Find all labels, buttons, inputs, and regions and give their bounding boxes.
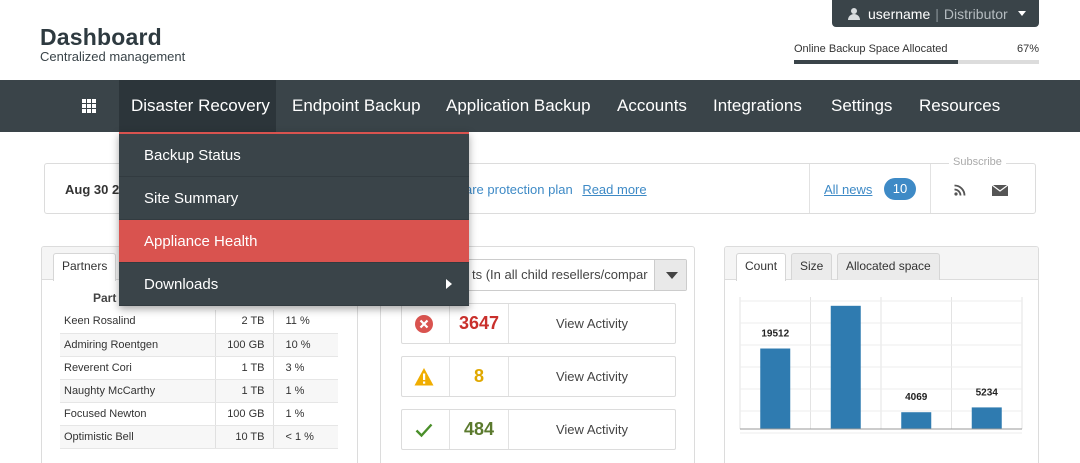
partner-name: Naughty McCarthy: [60, 379, 215, 403]
tab-allocated-space[interactable]: Allocated space: [837, 253, 940, 280]
table-row[interactable]: Admiring Roentgen 100 GB 10 %: [60, 333, 338, 357]
partner-name: Optimistic Bell: [60, 425, 215, 449]
partner-percent: < 1 %: [272, 425, 338, 449]
partner-size: 100 GB: [214, 402, 273, 426]
page-title: Dashboard: [40, 24, 162, 50]
tab-size[interactable]: Size: [791, 253, 833, 280]
success-count: 484: [449, 410, 509, 449]
rss-icon[interactable]: [954, 184, 966, 196]
backup-space-bar: [794, 60, 1039, 64]
divider: [930, 164, 931, 213]
partner-name: Focused Newton: [60, 402, 215, 426]
menu-item-downloads[interactable]: Downloads: [119, 263, 469, 306]
partner-size: 2 TB: [214, 310, 273, 334]
menu-item-downloads-label: Downloads: [144, 276, 219, 293]
divider: [809, 164, 810, 213]
nav-application-backup[interactable]: Application Backup: [446, 80, 591, 132]
chart-bar[interactable]: [830, 305, 861, 429]
partner-name: Reverent Cori: [60, 356, 215, 380]
news-count-badge: 10: [884, 178, 916, 200]
activity-scope-value: ts (In all child resellers/compar: [472, 267, 648, 282]
chart-data-label: 19512: [761, 329, 789, 340]
user-menu-button[interactable]: username | Distributor: [832, 0, 1039, 27]
warning-icon: [414, 368, 434, 386]
backup-space-bar-fill: [794, 60, 959, 64]
menu-item-site-summary[interactable]: Site Summary: [119, 177, 469, 220]
nav-disaster-recovery[interactable]: Disaster Recovery: [119, 80, 276, 132]
partner-name: Keen Rosalind: [60, 310, 215, 334]
main-nav: Disaster Recovery Endpoint Backup Applic…: [0, 80, 1080, 132]
partner-percent: 11 %: [272, 310, 338, 334]
check-icon: [415, 423, 433, 438]
chart-data-label: 5234: [976, 387, 999, 398]
partners-column-header: Part: [93, 291, 117, 305]
partner-percent: 1 %: [272, 379, 338, 403]
partners-table: Keen Rosalind 2 TB 11 % Admiring Roentgen 10…: [60, 310, 338, 449]
table-row[interactable]: Keen Rosalind 2 TB 11 %: [60, 310, 338, 334]
backup-space-meter: Online Backup Space Allocated 67%: [794, 43, 1039, 64]
error-icon: [415, 315, 433, 333]
partner-size: 1 TB: [214, 356, 273, 380]
tab-count[interactable]: Count: [736, 253, 787, 281]
user-role: Distributor: [943, 5, 1008, 22]
chart-bar[interactable]: [971, 407, 1002, 429]
table-row[interactable]: Optimistic Bell 10 TB < 1 %: [60, 425, 338, 449]
error-count: 3647: [449, 304, 509, 343]
view-activity-errors[interactable]: View Activity: [509, 304, 675, 343]
chart-tabbar: Count Size Allocated space: [725, 247, 1038, 281]
all-news-link[interactable]: All news: [824, 182, 872, 197]
user-name: username: [868, 5, 931, 22]
apps-grid-icon[interactable]: [82, 99, 96, 113]
partner-name: Admiring Roentgen: [60, 333, 215, 357]
table-row[interactable]: Naughty McCarthy 1 TB 1 %: [60, 379, 338, 403]
chart-panel: Count Size Allocated space 1951229865406…: [724, 246, 1039, 463]
table-row[interactable]: Reverent Cori 1 TB 3 %: [60, 356, 338, 380]
warning-count: 8: [449, 357, 509, 396]
news-date: Aug 30 20: [65, 182, 127, 197]
chart-bar[interactable]: [901, 412, 932, 429]
activity-row-success: 484 View Activity: [401, 409, 676, 450]
nav-endpoint-backup[interactable]: Endpoint Backup: [292, 80, 421, 132]
partner-size: 10 TB: [214, 425, 273, 449]
menu-item-appliance-health[interactable]: Appliance Health: [119, 220, 469, 263]
mail-icon[interactable]: [992, 185, 1008, 196]
activity-row-errors: 3647 View Activity: [401, 303, 676, 344]
chart-bar[interactable]: [760, 348, 791, 429]
disaster-recovery-dropdown: Backup Status Site Summary Appliance Hea…: [119, 132, 469, 306]
nav-settings[interactable]: Settings: [831, 80, 892, 132]
read-more-link[interactable]: Read more: [582, 182, 646, 197]
tab-partners[interactable]: Partners: [53, 253, 117, 281]
activity-row-warnings: 8 View Activity: [401, 356, 676, 397]
chevron-right-icon: [446, 279, 452, 289]
partner-size: 1 TB: [214, 379, 273, 403]
backup-space-percent: 67%: [1016, 43, 1039, 55]
user-separator: |: [935, 5, 939, 22]
count-bar-chart: 195122986540695234: [739, 297, 1023, 434]
partner-size: 100 GB: [214, 333, 273, 357]
chevron-down-icon[interactable]: [654, 260, 686, 290]
subscribe-label: Subscribe: [949, 156, 1006, 168]
brand: Dashboard Centralized management: [40, 24, 185, 64]
page-subtitle: Centralized management: [40, 49, 186, 64]
backup-space-label: Online Backup Space Allocated: [794, 43, 948, 55]
partner-percent: 1 %: [272, 402, 338, 426]
news-text: are protection plan: [465, 182, 573, 197]
news-headline: are protection plan Read more: [465, 182, 647, 197]
caret-down-icon: [1017, 11, 1026, 16]
chart-data-label: 4069: [905, 392, 928, 403]
view-activity-warnings[interactable]: View Activity: [509, 357, 675, 396]
partner-percent: 10 %: [272, 333, 338, 357]
table-row[interactable]: Focused Newton 100 GB 1 %: [60, 402, 338, 426]
nav-integrations[interactable]: Integrations: [713, 80, 802, 132]
menu-item-backup-status[interactable]: Backup Status: [119, 134, 469, 177]
view-activity-success[interactable]: View Activity: [509, 410, 675, 449]
partner-percent: 3 %: [272, 356, 338, 380]
nav-resources[interactable]: Resources: [919, 80, 1000, 132]
user-icon: [848, 7, 860, 20]
nav-accounts[interactable]: Accounts: [617, 80, 687, 132]
